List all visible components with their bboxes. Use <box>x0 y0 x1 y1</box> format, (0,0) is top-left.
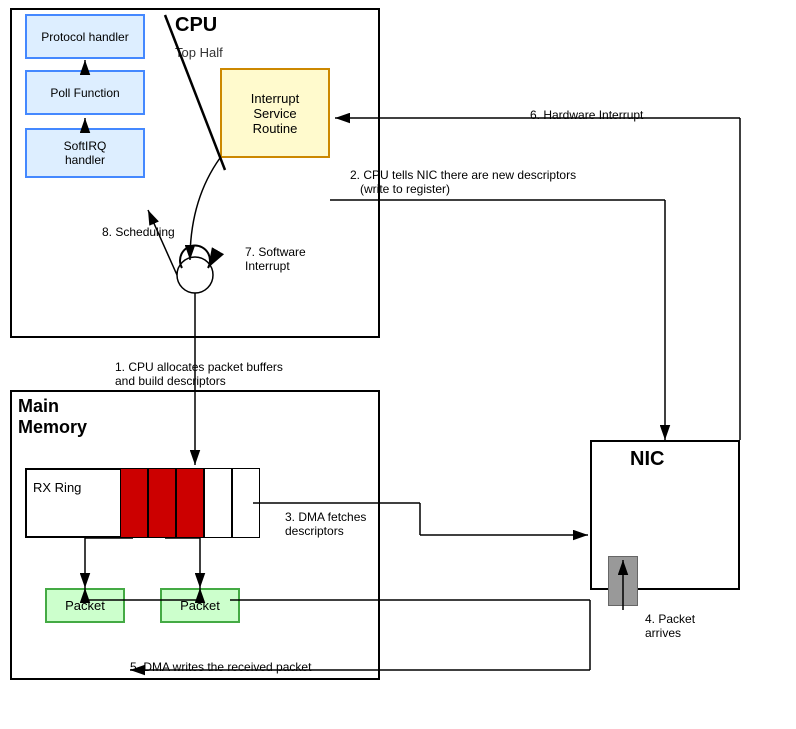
rx-cell-3 <box>176 468 204 538</box>
rx-cell-4 <box>204 468 232 538</box>
step8-label: 8. Scheduling <box>102 225 175 239</box>
step6-label: 6. Hardware Interrupt <box>530 108 643 122</box>
cpu-title: CPU <box>175 14 217 37</box>
softirq-label: SoftIRQhandler <box>64 139 107 167</box>
packet-box-2: Packet <box>160 588 240 623</box>
poll-function-label: Poll Function <box>50 86 119 100</box>
packet-label-1: Packet <box>65 598 105 613</box>
rx-cell-1 <box>120 468 148 538</box>
isr-box: InterruptServiceRoutine <box>220 68 330 158</box>
rx-cell-2 <box>148 468 176 538</box>
diagram: CPU Top Half InterruptServiceRoutine Pro… <box>0 0 796 729</box>
nic-title: NIC <box>630 448 664 471</box>
protocol-handler-label: Protocol handler <box>41 30 128 44</box>
rx-ring-cells <box>120 468 260 538</box>
packet-label-2: Packet <box>180 598 220 613</box>
protocol-handler-box: Protocol handler <box>25 14 145 59</box>
poll-function-box: Poll Function <box>25 70 145 115</box>
top-half-label: Top Half <box>175 45 223 60</box>
step3-label: 3. DMA fetchesdescriptors <box>285 510 425 538</box>
step2-label: 2. CPU tells NIC there are new descripto… <box>350 168 610 196</box>
memory-title: MainMemory <box>18 396 87 438</box>
isr-label: InterruptServiceRoutine <box>251 91 299 136</box>
step5-label: 5. DMA writes the received packet <box>130 660 311 674</box>
step4-label: 4. Packetarrives <box>645 612 695 640</box>
packet-arrives-rect <box>608 556 638 606</box>
rx-cell-5 <box>232 468 260 538</box>
softirq-box: SoftIRQhandler <box>25 128 145 178</box>
rx-ring-label: RX Ring <box>33 480 81 495</box>
step1-label: 1. CPU allocates packet buffersand build… <box>115 360 315 388</box>
packet-box-1: Packet <box>45 588 125 623</box>
step7-label: 7. SoftwareInterrupt <box>245 245 306 273</box>
